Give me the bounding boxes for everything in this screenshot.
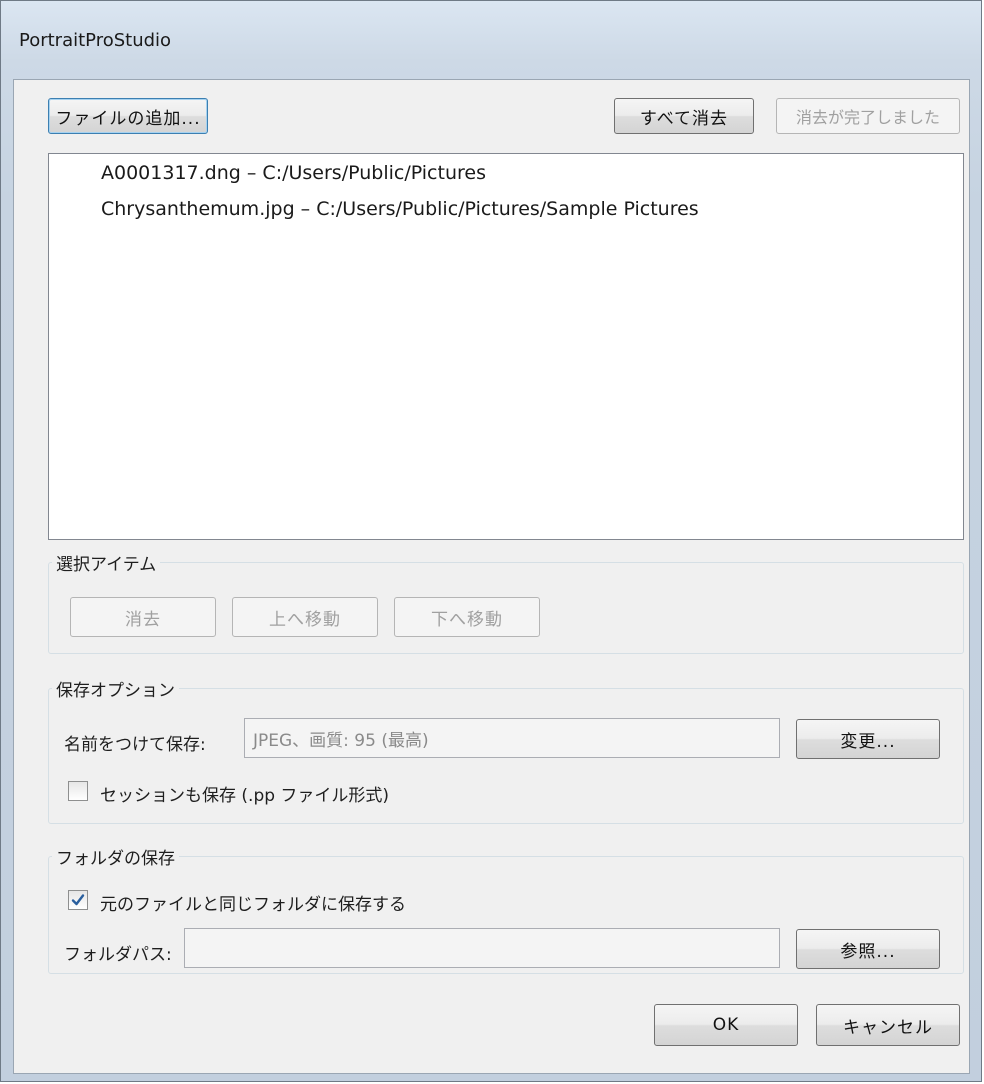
file-list[interactable]: A0001317.dng – C:/Users/Public/Pictures … [48, 153, 964, 540]
save-session-checkbox[interactable] [68, 781, 88, 801]
browse-button[interactable]: 参照... [796, 929, 940, 969]
dialog-window: PortraitProStudio ファイルの追加... すべて消去 消去が完了… [0, 0, 982, 1082]
save-session-label: セッションも保存 (.pp ファイル形式) [100, 786, 390, 806]
ok-button[interactable]: OK [654, 1004, 798, 1046]
cancel-button[interactable]: キャンセル [816, 1004, 960, 1046]
list-item[interactable]: A0001317.dng – C:/Users/Public/Pictures [101, 162, 486, 184]
separator: – [240, 162, 263, 184]
save-as-label: 名前をつけて保存: [64, 735, 206, 755]
dialog-client-area: ファイルの追加... すべて消去 消去が完了しました A0001317.dng … [13, 79, 970, 1074]
clear-completed-button[interactable]: 消去が完了しました [776, 98, 960, 134]
file-path: C:/Users/Public/Pictures/Sample Pictures [316, 198, 699, 220]
file-name: A0001317.dng [101, 162, 241, 184]
save-options-legend: 保存オプション [52, 676, 179, 701]
clear-all-button[interactable]: すべて消去 [614, 98, 754, 134]
add-files-button[interactable]: ファイルの追加... [48, 98, 208, 134]
window-title: PortraitProStudio [19, 30, 172, 51]
file-path: C:/Users/Public/Pictures [262, 162, 486, 184]
move-down-button[interactable]: 下へ移動 [394, 597, 540, 637]
same-folder-checkbox[interactable] [68, 890, 88, 910]
move-up-button[interactable]: 上へ移動 [232, 597, 378, 637]
save-format-field[interactable]: JPEG、画質: 95 (最高) [244, 718, 780, 758]
file-name: Chrysanthemum.jpg [101, 198, 295, 220]
separator: – [294, 198, 317, 220]
change-format-button[interactable]: 変更... [796, 719, 940, 759]
delete-button[interactable]: 消去 [70, 597, 216, 637]
list-item[interactable]: Chrysanthemum.jpg – C:/Users/Public/Pict… [101, 198, 699, 220]
save-folder-legend: フォルダの保存 [52, 844, 179, 869]
folder-path-field[interactable] [184, 928, 780, 968]
same-folder-label: 元のファイルと同じフォルダに保存する [100, 895, 406, 915]
selected-items-legend: 選択アイテム [52, 550, 161, 575]
folder-path-label: フォルダパス: [64, 945, 172, 965]
checkmark-icon [71, 894, 85, 906]
